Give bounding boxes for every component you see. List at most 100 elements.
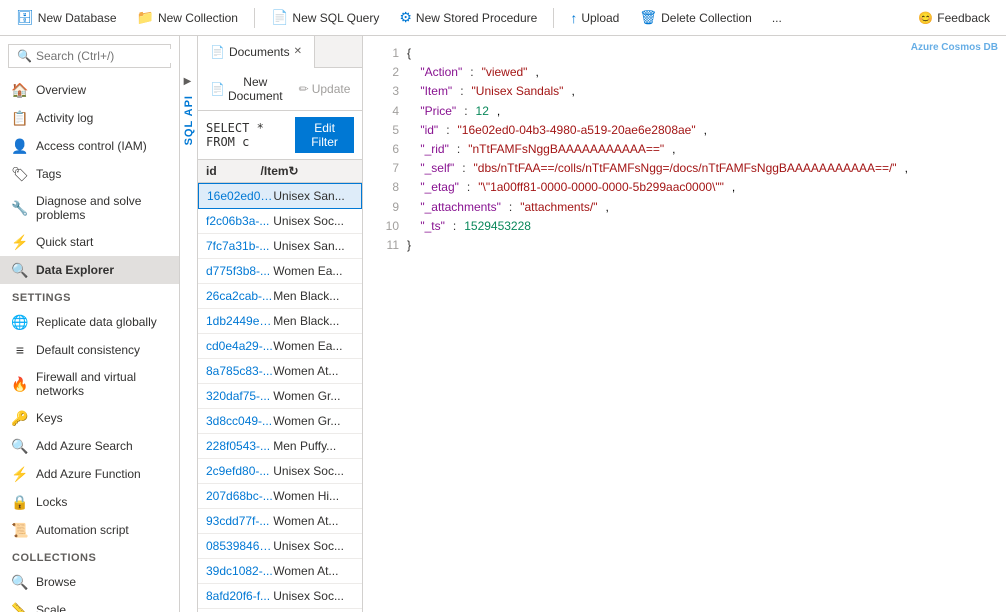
json-line-7: 7 "_self": "dbs/nTtFAA==/colls/nTtFAMFsN… bbox=[379, 159, 990, 178]
main-layout: 🔍 🏠 Overview 📋 Activity log 👤 Access con… bbox=[0, 36, 1006, 612]
docs-list-header: id /Item ↻ bbox=[198, 160, 362, 183]
table-row[interactable]: 3d8cc049-... Women Gr... bbox=[198, 409, 362, 434]
sidebar-item-diagnose[interactable]: 🔧 Diagnose and solve problems bbox=[0, 188, 179, 228]
documents-tab-close[interactable]: ✕ bbox=[294, 46, 302, 57]
sidebar-item-activity-log[interactable]: 📋 Activity log bbox=[0, 104, 179, 132]
sidebar-item-automation[interactable]: 📜 Automation script bbox=[0, 516, 179, 544]
table-row[interactable]: 26ca2cab-... Men Black... bbox=[198, 284, 362, 309]
sidebar-item-overview[interactable]: 🏠 Overview bbox=[0, 76, 179, 104]
top-toolbar: 🗄 New Database 📁 New Collection 📄 New SQ… bbox=[0, 0, 1006, 36]
sidebar-item-browse[interactable]: 🔍 Browse bbox=[0, 568, 179, 596]
tags-icon: 🏷 bbox=[12, 166, 28, 182]
quick-start-icon: ⚡ bbox=[12, 234, 28, 250]
new-stored-procedure-button[interactable]: ⚙ New Stored Procedure bbox=[391, 5, 545, 30]
table-row[interactable]: cd0e4a29-... Women Ea... bbox=[198, 334, 362, 359]
table-row[interactable]: 16e02ed0-... Unisex San... bbox=[198, 183, 362, 209]
refresh-icon[interactable]: ↻ bbox=[289, 164, 354, 178]
divider-1 bbox=[254, 8, 255, 28]
json-line-2: 2 "Action": "viewed", bbox=[379, 63, 990, 82]
sidebar-item-azure-search[interactable]: 🔍 Add Azure Search bbox=[0, 432, 179, 460]
new-document-button[interactable]: 📄 New Document bbox=[204, 72, 289, 106]
documents-tab-icon: 📄 bbox=[210, 45, 225, 59]
query-bar: SELECT * FROM c Edit Filter bbox=[198, 111, 362, 160]
json-line-4: 4 "Price": 12, bbox=[379, 102, 990, 121]
docs-tabs: 📄 Documents ✕ bbox=[198, 36, 362, 68]
table-row[interactable]: 8afd20f6-f... Unisex Soc... bbox=[198, 584, 362, 609]
json-line-10: 10 "_ts": 1529453228 bbox=[379, 217, 990, 236]
table-row[interactable]: 08539846-... Unisex Soc... bbox=[198, 534, 362, 559]
json-line-9: 9 "_attachments": "attachments/", bbox=[379, 198, 990, 217]
feedback-button[interactable]: 😊 Feedback bbox=[910, 7, 998, 29]
json-line-11: 11 } bbox=[379, 236, 990, 255]
new-collection-icon: 📁 bbox=[137, 9, 154, 26]
table-row[interactable]: 1db2449e-... Men Black... bbox=[198, 309, 362, 334]
expand-arrow[interactable]: ▶ bbox=[184, 76, 192, 87]
diagnose-icon: 🔧 bbox=[12, 200, 28, 216]
sidebar-item-tags[interactable]: 🏷 Tags bbox=[0, 160, 179, 188]
table-row[interactable]: 8a785c83-... Women At... bbox=[198, 359, 362, 384]
sidebar: 🔍 🏠 Overview 📋 Activity log 👤 Access con… bbox=[0, 36, 180, 612]
json-line-1: 1 { bbox=[379, 44, 990, 63]
edit-filter-button[interactable]: Edit Filter bbox=[295, 117, 354, 153]
sidebar-item-data-explorer[interactable]: 🔍 Data Explorer bbox=[0, 256, 179, 284]
divider-2 bbox=[553, 8, 554, 28]
watermark: Azure Cosmos DB bbox=[911, 40, 998, 56]
table-row[interactable]: 39dc1082-... Women At... bbox=[198, 559, 362, 584]
json-line-3: 3 "Item": "Unisex Sandals", bbox=[379, 82, 990, 101]
json-line-5: 5 "id": "16e02ed0-04b3-4980-a519-20ae6e2… bbox=[379, 121, 990, 140]
automation-icon: 📜 bbox=[12, 522, 28, 538]
replicate-icon: 🌐 bbox=[12, 314, 28, 330]
data-explorer-icon: 🔍 bbox=[12, 262, 28, 278]
docs-toolbar: 📄 New Document ✏ Update ↩ Discard 📄 Dele… bbox=[198, 68, 362, 111]
new-collection-button[interactable]: 📁 New Collection bbox=[129, 5, 246, 30]
new-database-icon: 🗄 bbox=[16, 9, 34, 26]
keys-icon: 🔑 bbox=[12, 410, 28, 426]
table-row[interactable]: 228f0543-... Men Puffy... bbox=[198, 434, 362, 459]
documents-panel: 📄 Documents ✕ 📄 New Document ✏ Update ↩ … bbox=[198, 36, 363, 612]
table-row[interactable]: d775f3b8-... Women Ea... bbox=[198, 259, 362, 284]
sidebar-item-quick-start[interactable]: ⚡ Quick start bbox=[0, 228, 179, 256]
sql-api-label: SQL API bbox=[183, 95, 195, 145]
access-control-icon: 👤 bbox=[12, 138, 28, 154]
table-row[interactable]: 2c9efd80-... Unisex Soc... bbox=[198, 459, 362, 484]
delete-collection-icon: 🗑 bbox=[639, 9, 657, 26]
new-sql-query-button[interactable]: 📄 New SQL Query bbox=[263, 5, 387, 30]
new-database-button[interactable]: 🗄 New Database bbox=[8, 5, 125, 30]
sidebar-item-consistency[interactable]: ≡ Default consistency bbox=[0, 336, 179, 364]
locks-icon: 🔒 bbox=[12, 494, 28, 510]
sql-api-panel[interactable]: ▶ SQL API bbox=[180, 36, 198, 612]
table-row[interactable]: 207d68bc-... Women Hi... bbox=[198, 484, 362, 509]
update-icon: ✏ bbox=[299, 82, 309, 96]
new-document-icon: 📄 bbox=[210, 82, 225, 96]
search-icon: 🔍 bbox=[17, 49, 32, 63]
new-sql-query-icon: 📄 bbox=[271, 9, 288, 26]
sidebar-item-locks[interactable]: 🔒 Locks bbox=[0, 488, 179, 516]
table-row[interactable]: f2c06b3a-... Unisex Soc... bbox=[198, 209, 362, 234]
table-row[interactable]: 320daf75-... Women Gr... bbox=[198, 384, 362, 409]
scale-icon: 📏 bbox=[12, 602, 28, 612]
table-row[interactable]: 7fc7a31b-... Unisex San... bbox=[198, 234, 362, 259]
azure-function-icon: ⚡ bbox=[12, 466, 28, 482]
json-line-6: 6 "_rid": "nTtFAMFsNggBAAAAAAAAAAA==", bbox=[379, 140, 990, 159]
settings-section-label: SETTINGS bbox=[0, 284, 179, 308]
search-input[interactable] bbox=[36, 49, 180, 63]
upload-button[interactable]: ↑ Upload bbox=[562, 6, 627, 30]
search-box[interactable]: 🔍 bbox=[8, 44, 171, 68]
documents-tab[interactable]: 📄 Documents ✕ bbox=[198, 36, 315, 68]
delete-collection-button[interactable]: 🗑 Delete Collection bbox=[631, 5, 760, 30]
sidebar-item-keys[interactable]: 🔑 Keys bbox=[0, 404, 179, 432]
sidebar-item-scale[interactable]: 📏 Scale bbox=[0, 596, 179, 612]
sidebar-item-firewall[interactable]: 🔥 Firewall and virtual networks bbox=[0, 364, 179, 404]
collections-section-label: COLLECTIONS bbox=[0, 544, 179, 568]
sidebar-item-access-control[interactable]: 👤 Access control (IAM) bbox=[0, 132, 179, 160]
table-row[interactable]: 93cdd77f-... Women At... bbox=[198, 509, 362, 534]
more-options-button[interactable]: ... bbox=[764, 7, 790, 29]
json-line-8: 8 "_etag": "\"1a00ff81-0000-0000-0000-5b… bbox=[379, 178, 990, 197]
upload-icon: ↑ bbox=[570, 10, 577, 26]
sidebar-item-replicate[interactable]: 🌐 Replicate data globally bbox=[0, 308, 179, 336]
firewall-icon: 🔥 bbox=[12, 376, 28, 392]
update-button[interactable]: ✏ Update bbox=[293, 79, 357, 99]
docs-list: 16e02ed0-... Unisex San... f2c06b3a-... … bbox=[198, 183, 362, 612]
json-panel: Azure Cosmos DB 1 { 2 "Action": "viewed"… bbox=[363, 36, 1006, 612]
sidebar-item-azure-function[interactable]: ⚡ Add Azure Function bbox=[0, 460, 179, 488]
